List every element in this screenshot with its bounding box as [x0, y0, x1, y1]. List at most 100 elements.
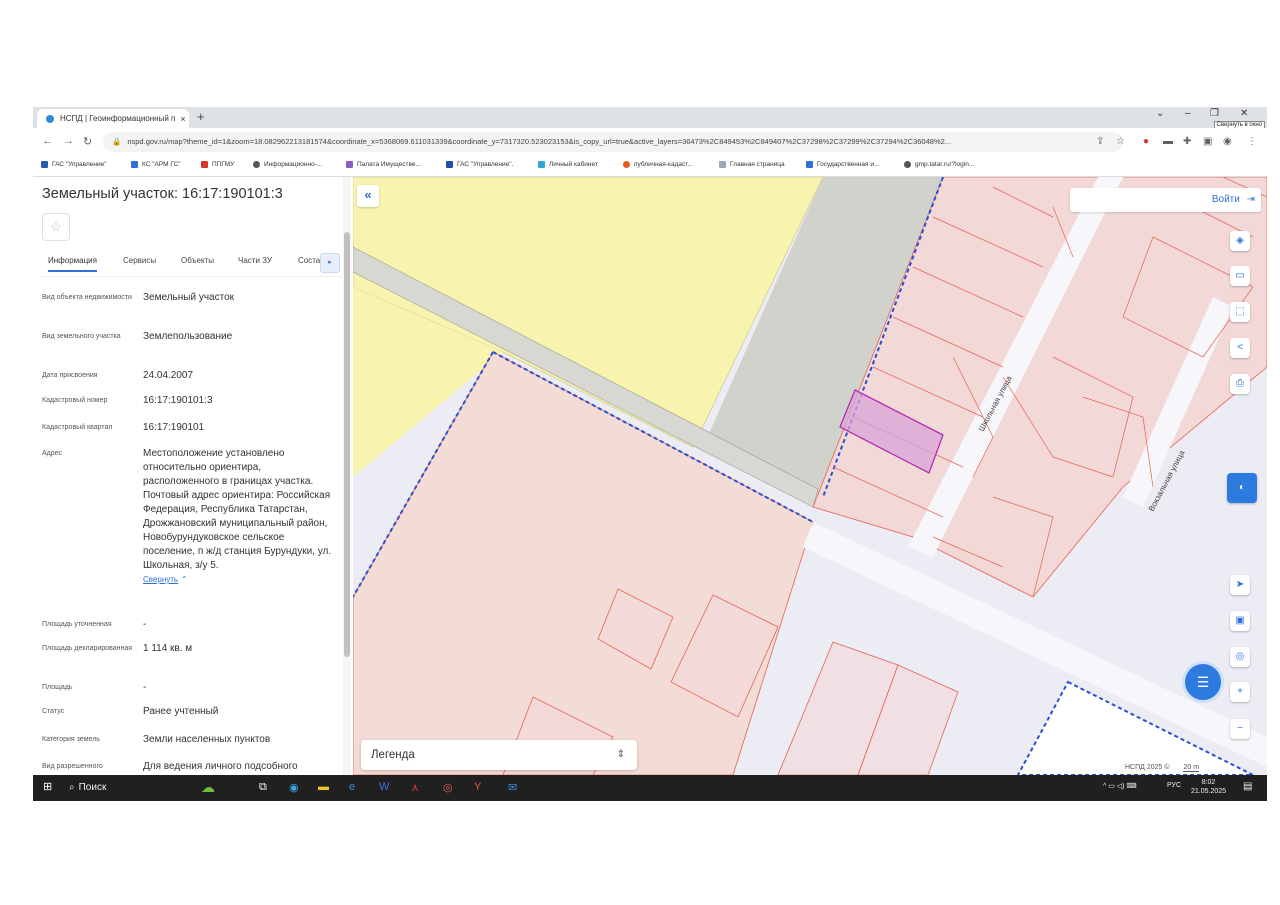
bookmark-icon: [806, 161, 813, 168]
bookmark-item[interactable]: gmp.tatar.ru/?login...: [904, 161, 974, 168]
site-favicon-icon: [46, 114, 54, 123]
browser-tab-strip: НСПД | Геоинформационный п × + ⌄ – ❐ ✕ С…: [33, 107, 1267, 129]
pdf-reader-icon[interactable]: ⋏: [411, 781, 419, 794]
panel-scrollbar[interactable]: [343, 177, 351, 775]
tab-title: НСПД | Геоинформационный п: [60, 114, 176, 123]
bookmark-icon: [538, 161, 545, 168]
share-icon[interactable]: <: [1230, 338, 1250, 358]
menu-icon[interactable]: ⋮: [1247, 136, 1257, 147]
tab-info[interactable]: Информация: [48, 256, 97, 272]
notifications-icon[interactable]: ▤: [1243, 781, 1252, 792]
clock[interactable]: 8:02 21.05.2025: [1191, 778, 1226, 796]
bookmark-icon: [201, 161, 208, 168]
tab-objects[interactable]: Объекты: [181, 256, 214, 265]
login-button[interactable]: Войти ⇥: [1070, 188, 1261, 212]
lock-icon: 🔒: [112, 137, 122, 146]
field-label: Вид земельного участка: [42, 333, 121, 340]
tab-composition[interactable]: Соста: [298, 256, 320, 265]
yandex-browser-icon[interactable]: Y: [474, 781, 481, 793]
windows-start-icon[interactable]: ⊞: [43, 780, 52, 793]
outlook-icon[interactable]: ✉: [508, 781, 517, 794]
collapse-link[interactable]: Свернуть: [143, 575, 178, 584]
chevron-up-icon[interactable]: ⌃: [181, 575, 188, 584]
new-tab-button[interactable]: +: [197, 109, 205, 124]
bookmark-item[interactable]: Информационно-...: [253, 161, 322, 168]
taskbar-search[interactable]: ⌕ Поиск: [65, 778, 185, 798]
field-value: Земли населенных пунктов: [143, 734, 271, 745]
browser-toolbar: ← → ↻ 🔒 nspd.gov.ru/map?theme_id=1&zoom=1…: [33, 128, 1267, 156]
browser-tab[interactable]: НСПД | Геоинформационный п ×: [37, 109, 189, 128]
globe-icon: [904, 161, 911, 168]
extension-icon[interactable]: ▬: [1163, 136, 1173, 147]
chevron-updown-icon: ⇕: [616, 749, 625, 760]
chat-icon[interactable]: ☰: [1182, 661, 1224, 703]
print-icon[interactable]: ⎙: [1230, 374, 1250, 394]
minimize-icon[interactable]: –: [1185, 108, 1191, 119]
bookmark-item[interactable]: публичная-кадаст...: [623, 161, 693, 168]
favorite-star-icon[interactable]: ☆: [42, 213, 70, 241]
close-window-icon[interactable]: ✕: [1240, 108, 1248, 119]
bookmark-item[interactable]: Палата Имуществе...: [346, 161, 421, 168]
field-label: Площадь декларированная: [42, 645, 133, 652]
language-indicator[interactable]: РУС: [1167, 782, 1181, 789]
bookmark-star-icon[interactable]: ☆: [1116, 136, 1125, 147]
login-icon: ⇥: [1246, 194, 1255, 205]
collapse-panel-button[interactable]: «: [357, 185, 379, 207]
bookmark-item[interactable]: ГАС "Управление".: [446, 161, 513, 168]
restore-icon[interactable]: ❐: [1210, 108, 1219, 119]
bookmark-item[interactable]: ГАС "Управление": [41, 161, 107, 168]
edge-icon[interactable]: ◉: [289, 781, 299, 794]
legend-selector[interactable]: Легенда ⇕: [361, 740, 637, 770]
bookmark-item[interactable]: Государственная и...: [806, 161, 879, 168]
geo-search-icon[interactable]: ◎: [1230, 647, 1250, 667]
map-type-icon[interactable]: ▣: [1230, 611, 1250, 631]
share-icon[interactable]: ⇪: [1096, 136, 1104, 147]
extension-icon[interactable]: ●: [1143, 136, 1149, 147]
layers-icon[interactable]: ◈: [1230, 231, 1250, 251]
field-value: 1 114 кв. м: [143, 643, 193, 654]
chevron-down-icon[interactable]: ⌄: [1156, 108, 1164, 119]
ruler-icon[interactable]: ▭: [1230, 266, 1250, 286]
back-icon[interactable]: ←: [42, 135, 53, 147]
tabs-scroll-right-button[interactable]: ▸: [320, 253, 340, 273]
profile-icon[interactable]: ◉: [1223, 136, 1232, 147]
zoom-in-button[interactable]: +: [1230, 682, 1250, 702]
tray-icons[interactable]: ^ ▭ ◁) ⌨: [1103, 782, 1137, 790]
reload-icon[interactable]: ↻: [83, 135, 92, 148]
url-text: nspd.gov.ru/map?theme_id=1&zoom=18.08296…: [127, 137, 952, 146]
tab-services[interactable]: Сервисы: [123, 256, 156, 265]
address-value: Местоположение установлено относительно …: [143, 448, 332, 584]
zoom-out-button[interactable]: −: [1230, 719, 1250, 739]
weather-widget-icon[interactable]: ☁: [201, 779, 215, 796]
scrollbar-thumb[interactable]: [344, 232, 350, 657]
field-value: 24.04.2007: [143, 370, 194, 381]
field-value: -: [143, 619, 147, 630]
select-area-icon[interactable]: ⬚: [1230, 302, 1250, 322]
extensions-puzzle-icon[interactable]: ✚: [1183, 136, 1191, 147]
widget-icon[interactable]: ◐: [1227, 473, 1257, 503]
bookmark-icon: [623, 161, 630, 168]
map-canvas[interactable]: Школьная улица Вокзальная улица: [353, 177, 1267, 775]
forward-icon[interactable]: →: [63, 135, 74, 147]
tab-parts[interactable]: Части ЗУ: [238, 256, 272, 265]
field-label: Статус: [42, 708, 65, 715]
field-value: Для ведения личного подсобного: [143, 761, 298, 772]
bookmark-item[interactable]: КС "АРМ ГС": [131, 161, 181, 168]
field-label: Вид объекта недвижимости: [42, 294, 132, 301]
field-value: 16:17:190101:3: [143, 395, 213, 406]
side-panel-icon[interactable]: ▣: [1203, 136, 1212, 147]
task-view-icon[interactable]: ⧉: [259, 781, 267, 794]
map-view[interactable]: Школьная улица Вокзальная улица « Войти …: [353, 177, 1267, 775]
file-explorer-icon[interactable]: ▬: [318, 781, 329, 793]
bookmark-item[interactable]: Главная страница: [719, 161, 785, 168]
panel-tabs: Информация Сервисы Объекты Части ЗУ Сост…: [42, 256, 347, 277]
word-icon[interactable]: W: [379, 781, 389, 793]
internet-explorer-icon[interactable]: e: [349, 781, 355, 793]
bookmark-item[interactable]: ППГМУ: [201, 161, 234, 168]
chrome-icon[interactable]: ◎: [443, 781, 453, 794]
tab-close-icon[interactable]: ×: [177, 114, 189, 124]
address-bar[interactable]: 🔒 nspd.gov.ru/map?theme_id=1&zoom=18.0829…: [103, 132, 1123, 152]
bookmark-item[interactable]: Личный кабинет: [538, 161, 598, 168]
map-attribution: НСПД 2025 © 20 m: [1123, 764, 1202, 772]
locate-icon[interactable]: ➤: [1230, 575, 1250, 595]
